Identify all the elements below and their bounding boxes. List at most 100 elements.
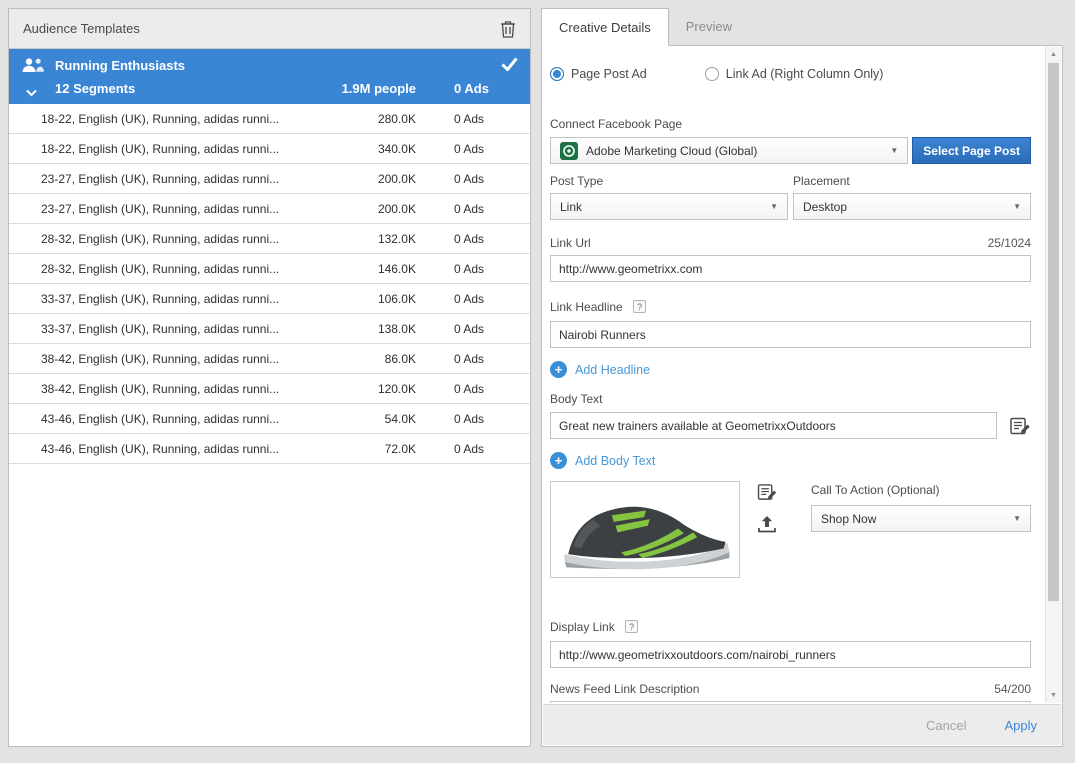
add-body-text-link[interactable]: + Add Body Text [550,452,1031,469]
facebook-page-logo-icon [560,142,578,160]
segment-row[interactable]: 23-27, English (UK), Running, adidas run… [9,194,530,224]
segment-row[interactable]: 33-37, English (UK), Running, adidas run… [9,314,530,344]
segment-size: 120.0K [336,382,416,396]
body-text-input[interactable] [550,412,997,439]
apply-button[interactable]: Apply [1004,718,1037,733]
caret-down-icon: ▼ [1005,514,1021,523]
segment-size: 280.0K [336,112,416,126]
segment-row[interactable]: 28-32, English (UK), Running, adidas run… [9,254,530,284]
upload-icon[interactable] [757,515,781,533]
link-headline-input[interactable] [550,321,1031,348]
segment-row[interactable]: 28-32, English (UK), Running, adidas run… [9,224,530,254]
creative-details-content: Page Post Ad Link Ad (Right Column Only)… [541,45,1063,747]
segment-ads: 0 Ads [454,412,518,426]
segment-label: 18-22, English (UK), Running, adidas run… [41,112,336,126]
running-shoe-image [553,484,737,575]
placement-label: Placement [793,174,1031,188]
segment-size: 200.0K [336,202,416,216]
display-link-help-icon[interactable]: ? [625,620,638,633]
scroll-down-icon[interactable]: ▼ [1046,688,1061,703]
group-ads-count: 0 Ads [454,81,518,96]
segment-row[interactable]: 18-22, English (UK), Running, adidas run… [9,104,530,134]
post-type-select[interactable]: Link ▼ [550,193,788,220]
segment-row[interactable]: 18-22, English (UK), Running, adidas run… [9,134,530,164]
radio-link-ad-label: Link Ad (Right Column Only) [726,67,884,81]
segment-label: 33-37, English (UK), Running, adidas run… [41,292,336,306]
segment-row[interactable]: 33-37, English (UK), Running, adidas run… [9,284,530,314]
add-body-text-label: Add Body Text [575,454,655,468]
people-icon [22,58,44,78]
segment-row[interactable]: 43-46, English (UK), Running, adidas run… [9,434,530,464]
scrollbar[interactable]: ▲ ▼ [1045,47,1061,703]
audience-panel-title: Audience Templates [23,21,140,36]
news-feed-description-input[interactable] [550,701,1031,703]
image-asset-library-icon[interactable] [757,484,781,501]
segment-size: 106.0K [336,292,416,306]
segment-size: 138.0K [336,322,416,336]
segment-size: 54.0K [336,412,416,426]
call-to-action-select[interactable]: Shop Now ▼ [811,505,1031,532]
segment-label: 33-37, English (UK), Running, adidas run… [41,322,336,336]
trash-icon[interactable] [500,20,516,38]
connect-facebook-page-label: Connect Facebook Page [550,117,1031,131]
audience-group-row[interactable]: Running Enthusiasts 12 Segments 1.9M peo… [9,49,530,104]
segment-label: 23-27, English (UK), Running, adidas run… [41,202,336,216]
segment-row[interactable]: 43-46, English (UK), Running, adidas run… [9,404,530,434]
radio-link-ad[interactable] [705,67,719,81]
display-link-input[interactable] [550,641,1031,668]
add-headline-link[interactable]: + Add Headline [550,361,1031,378]
link-url-input[interactable] [550,255,1031,282]
placement-select-value: Desktop [803,200,847,214]
display-link-label: Display Link [550,620,615,634]
tab-bar: Creative Details Preview [541,8,1063,45]
segment-ads: 0 Ads [454,172,518,186]
audience-templates-panel: Audience Templates [8,8,531,747]
group-people-count: 1.9M people [336,81,416,96]
segment-ads: 0 Ads [454,382,518,396]
segment-row[interactable]: 23-27, English (UK), Running, adidas run… [9,164,530,194]
segment-size: 132.0K [336,232,416,246]
segment-label: 18-22, English (UK), Running, adidas run… [41,142,336,156]
creative-image-thumbnail[interactable] [550,481,740,578]
segment-label: 43-46, English (UK), Running, adidas run… [41,412,336,426]
creative-details-panel: Creative Details Preview Page Post Ad Li… [541,8,1063,747]
ad-type-radios: Page Post Ad Link Ad (Right Column Only) [550,67,1031,81]
segment-list: 18-22, English (UK), Running, adidas run… [9,104,530,464]
post-type-label: Post Type [550,174,788,188]
tab-creative-details[interactable]: Creative Details [541,8,669,46]
segment-label: 38-42, English (UK), Running, adidas run… [41,352,336,366]
segment-row[interactable]: 38-42, English (UK), Running, adidas run… [9,344,530,374]
post-type-select-value: Link [560,200,582,214]
segment-label: 28-32, English (UK), Running, adidas run… [41,232,336,246]
group-name: Running Enthusiasts [55,58,185,73]
plus-icon: + [550,452,567,469]
cancel-button[interactable]: Cancel [926,718,966,733]
segment-label: 28-32, English (UK), Running, adidas run… [41,262,336,276]
call-to-action-block: Call To Action (Optional) Shop Now ▼ [811,481,1031,578]
select-page-post-button[interactable]: Select Page Post [912,137,1031,164]
call-to-action-select-value: Shop Now [821,512,876,526]
link-url-label: Link Url [550,236,591,250]
caret-down-icon: ▼ [762,202,778,211]
link-headline-help-icon[interactable]: ? [633,300,646,313]
segment-ads: 0 Ads [454,112,518,126]
link-headline-label: Link Headline [550,300,623,314]
facebook-page-select[interactable]: Adobe Marketing Cloud (Global) ▼ [550,137,908,164]
placement-select[interactable]: Desktop ▼ [793,193,1031,220]
chevron-down-icon[interactable] [26,84,37,102]
body-text-label: Body Text [550,392,1031,406]
facebook-page-select-value: Adobe Marketing Cloud (Global) [586,144,757,158]
creative-form: Page Post Ad Link Ad (Right Column Only)… [543,47,1045,703]
radio-page-post-ad[interactable] [550,67,564,81]
caret-down-icon: ▼ [1005,202,1021,211]
asset-library-icon[interactable] [1010,417,1031,435]
segment-size: 340.0K [336,142,416,156]
scrollbar-thumb[interactable] [1048,63,1059,601]
segment-row[interactable]: 38-42, English (UK), Running, adidas run… [9,374,530,404]
tab-preview[interactable]: Preview [669,8,749,45]
segment-size: 86.0K [336,352,416,366]
segment-ads: 0 Ads [454,322,518,336]
segment-ads: 0 Ads [454,262,518,276]
scroll-up-icon[interactable]: ▲ [1046,47,1061,62]
image-actions [757,481,781,578]
